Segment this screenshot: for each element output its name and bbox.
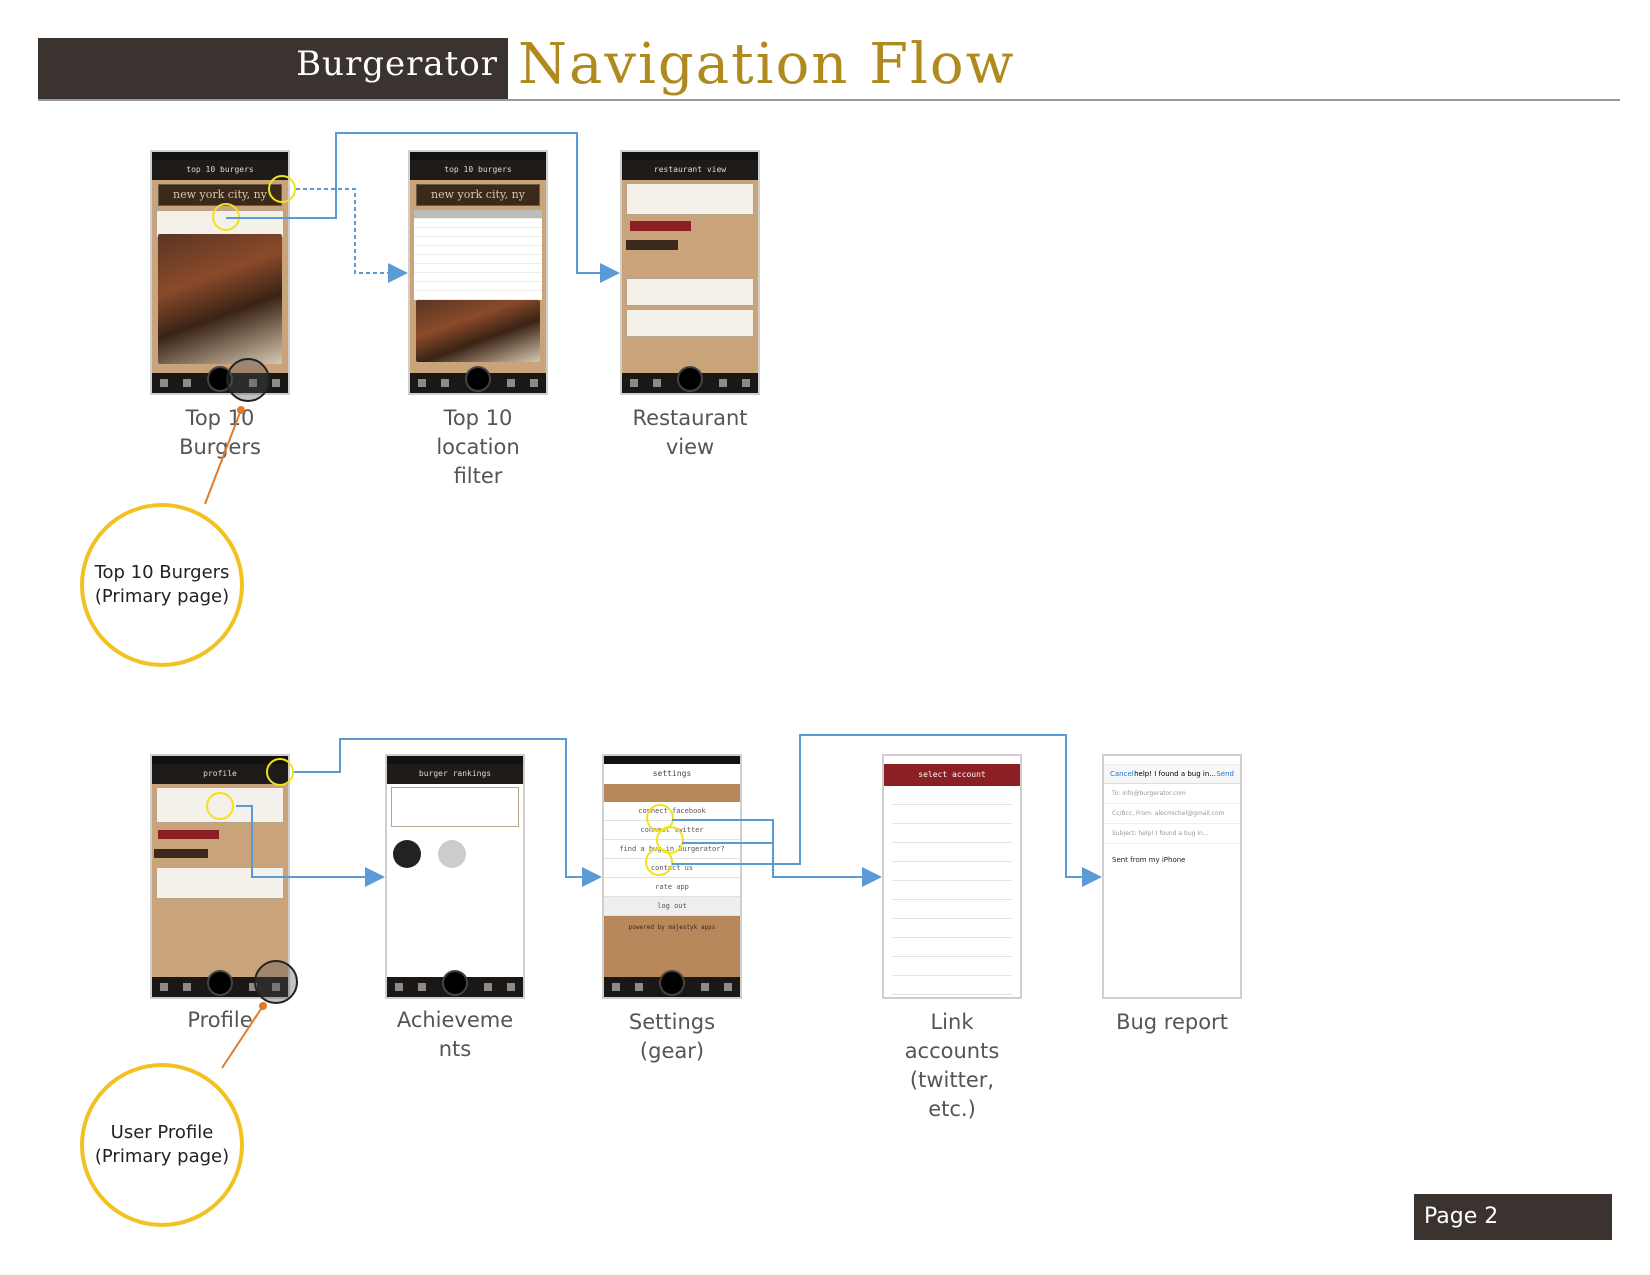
burger-row xyxy=(156,867,284,899)
badge-locked-icon xyxy=(438,840,467,868)
callout-top10: Top 10 Burgers (Primary page) xyxy=(80,503,244,667)
screen-restaurant: restaurant view xyxy=(620,150,760,395)
screen-achievements: burger rankings xyxy=(385,754,525,999)
status-bar xyxy=(152,152,288,160)
highlight-top10-tab xyxy=(226,358,270,402)
tab-bar xyxy=(410,366,546,393)
brand-name: Burgerator xyxy=(296,44,498,84)
tab-bar xyxy=(604,970,740,997)
mail-cc: Cc/Bcc, From: alecmichel@gmail.com xyxy=(1104,804,1240,824)
screen-nav-title: top 10 burgers xyxy=(410,160,546,180)
caption-link-accounts: Link accounts (twitter, etc.) xyxy=(904,1010,1000,1121)
call-button xyxy=(630,221,692,231)
highlight-gear xyxy=(266,758,294,786)
restaurant-header-row xyxy=(626,183,754,215)
page-number: Page 2 xyxy=(1414,1194,1612,1240)
caption-achievements: Achieveme nts xyxy=(396,1008,514,1061)
caption-filter: Top 10 location filter xyxy=(436,406,520,488)
highlight-profile-tab xyxy=(254,960,298,1004)
highlight-find-bug xyxy=(645,848,673,876)
top-burgers-button xyxy=(158,830,220,839)
caption-profile: Profile xyxy=(187,1008,253,1032)
setting-rate-app: rate app xyxy=(604,878,740,897)
location-banner: new york city, ny xyxy=(158,184,282,206)
header-bar: Burgerator xyxy=(38,38,508,100)
caption-top10: Top 10 Burgers xyxy=(179,406,261,459)
highlight-achievement xyxy=(206,792,234,820)
setting-log-out: log out xyxy=(604,897,740,916)
burger-photo xyxy=(416,300,540,362)
recently-rated-button xyxy=(154,849,209,858)
badges xyxy=(387,830,523,874)
burger-row xyxy=(626,278,754,306)
header-rule xyxy=(38,99,1620,101)
mail-body: Sent from my iPhone xyxy=(1112,856,1186,864)
screen-filter: top 10 burgers new york city, ny xyxy=(408,150,548,395)
mail-to: To: info@burgerator.com xyxy=(1104,784,1240,804)
badge-icon xyxy=(393,840,421,868)
screen-link-accounts: select account xyxy=(882,754,1022,999)
location-banner: new york city, ny xyxy=(416,184,540,206)
burger-row xyxy=(626,309,754,337)
achievement-header xyxy=(391,787,519,827)
screen-nav-title: restaurant view xyxy=(622,160,758,180)
screen-settings: settings connect facebook connect twitte… xyxy=(602,754,742,999)
highlight-burger-name xyxy=(212,203,240,231)
send-link: Send xyxy=(1216,770,1234,778)
mail-subject-head: help! I found a bug in... xyxy=(1134,770,1216,778)
screen-nav-title: select account xyxy=(884,764,1020,786)
arrow-top10-to-filter xyxy=(296,188,408,283)
location-list xyxy=(414,210,542,300)
highlight-location-dropdown xyxy=(268,175,296,203)
screen-nav-title: burger rankings xyxy=(387,764,523,784)
burger-photo xyxy=(158,234,282,364)
mail-header: Cancel help! I found a bug in... Send xyxy=(1104,765,1240,784)
directions-button xyxy=(626,240,678,250)
page-title: Navigation Flow xyxy=(518,32,1016,97)
caption-restaurant: Restaurant view xyxy=(632,406,748,459)
callout-profile: User Profile (Primary page) xyxy=(80,1063,244,1227)
screen-nav-title: top 10 burgers xyxy=(152,160,288,180)
screen-nav-title: settings xyxy=(604,764,740,784)
mail-subject: Subject: help! I found a bug in... xyxy=(1104,824,1240,844)
screen-bug-report: Cancel help! I found a bug in... Send To… xyxy=(1102,754,1242,999)
tab-bar xyxy=(387,970,523,997)
cancel-link: Cancel xyxy=(1110,770,1134,778)
tab-bar xyxy=(622,366,758,393)
settings-footer: powered by majestyk apps xyxy=(628,924,716,931)
caption-settings: Settings (gear) xyxy=(628,1010,716,1063)
caption-bug-report: Bug report xyxy=(1116,1010,1228,1034)
